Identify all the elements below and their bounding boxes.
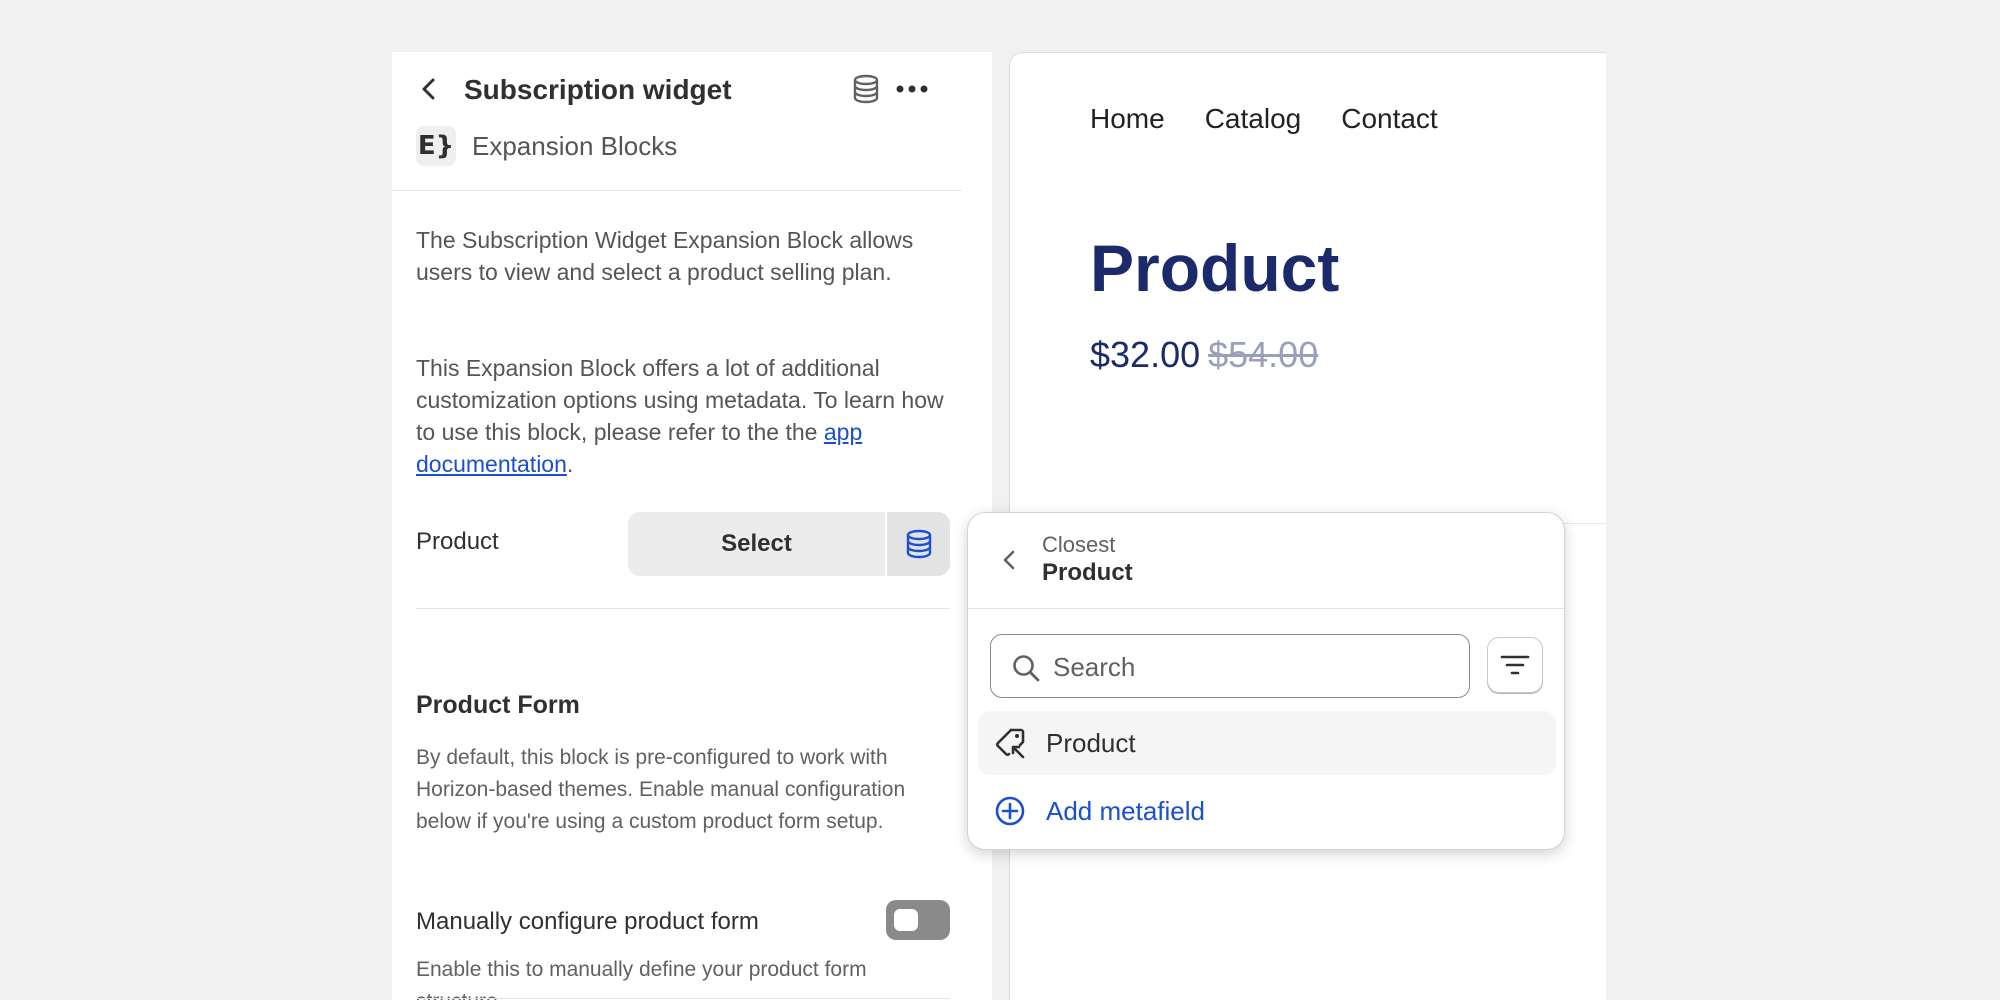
- manual-config-help: Enable this to manually define your prod…: [416, 958, 867, 1000]
- chevron-left-icon: [422, 78, 435, 100]
- page-title: Subscription widget: [464, 74, 732, 105]
- sale-price: $32.00: [1090, 334, 1201, 375]
- chevron-left-icon: [1003, 550, 1015, 570]
- nav-contact[interactable]: Contact: [1341, 103, 1438, 135]
- help-text-suffix: .: [566, 451, 574, 477]
- connect-dynamic-source-button[interactable]: [887, 512, 950, 576]
- product-form-description: By default, this block is pre-configured…: [416, 746, 906, 833]
- search-input[interactable]: [1053, 645, 1453, 689]
- product-form-heading: Product Form: [416, 691, 580, 719]
- dynamic-source-popover: Closest Product Product Add metafield: [967, 512, 1565, 850]
- search-field: [990, 634, 1470, 698]
- product-title: Product: [1090, 231, 1340, 305]
- filter-button[interactable]: [1487, 637, 1543, 693]
- filter-icon: [1500, 655, 1530, 675]
- select-product-button[interactable]: Select: [628, 512, 885, 576]
- nav-catalog[interactable]: Catalog: [1205, 103, 1302, 135]
- section-divider: [416, 998, 950, 999]
- popover-breadcrumb: Closest: [1042, 532, 1116, 557]
- block-help-text: This Expansion Block offers a lot of add…: [416, 352, 962, 480]
- nav-home[interactable]: Home: [1090, 103, 1165, 135]
- popover-back-button[interactable]: [992, 543, 1026, 577]
- manual-config-toggle[interactable]: [886, 900, 950, 940]
- block-description: The Subscription Widget Expansion Block …: [416, 227, 914, 285]
- product-tag-icon: [995, 728, 1025, 759]
- add-metafield-label: Add metafield: [1046, 796, 1205, 826]
- dynamic-source-button[interactable]: [849, 72, 883, 106]
- list-item[interactable]: Product: [978, 711, 1556, 775]
- app-name: Expansion Blocks: [472, 131, 678, 161]
- popover-title: Product: [1042, 559, 1133, 586]
- manual-config-label: Manually configure product form: [416, 908, 759, 935]
- panel-header: Subscription widget E} Expansion Blocks: [392, 52, 962, 191]
- more-actions-button[interactable]: [892, 72, 932, 106]
- settings-panel: Subscription widget E} Expansion Blocks …: [392, 52, 992, 1000]
- plus-circle-icon: [995, 796, 1025, 826]
- help-text-prefix: This Expansion Block offers a lot of add…: [416, 355, 944, 445]
- app-logo: E}: [416, 126, 456, 166]
- store-nav: Home Catalog Contact: [1090, 103, 1438, 135]
- search-icon: [1013, 655, 1040, 682]
- database-icon: [853, 74, 879, 104]
- add-metafield-button[interactable]: Add metafield: [978, 781, 1556, 841]
- section-divider: [416, 608, 950, 609]
- price-row: $32.00 $54.00: [1090, 333, 1318, 377]
- result-label: Product: [1046, 728, 1136, 758]
- more-horizontal-icon: [896, 85, 928, 93]
- toggle-knob: [894, 909, 918, 931]
- compare-at-price: $54.00: [1208, 334, 1319, 375]
- database-icon: [906, 529, 931, 559]
- product-picker: Select: [628, 512, 950, 576]
- product-field-label: Product: [416, 528, 499, 555]
- popover-header: Closest Product: [968, 513, 1564, 609]
- back-button[interactable]: [412, 72, 446, 106]
